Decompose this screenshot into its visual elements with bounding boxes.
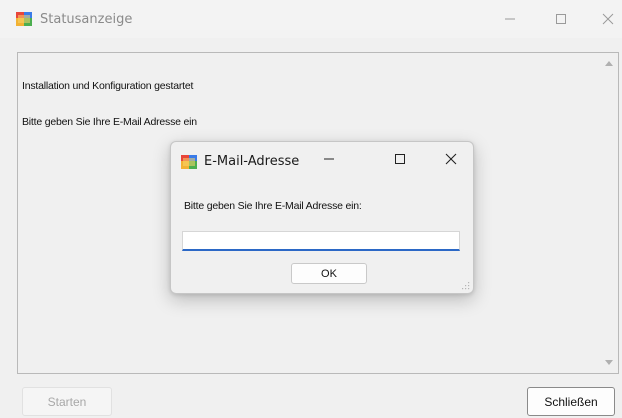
ok-button[interactable]: OK	[291, 263, 367, 284]
window-title: Statusanzeige	[40, 12, 133, 27]
maximize-icon	[556, 14, 566, 24]
email-input[interactable]	[182, 231, 460, 251]
dialog-titlebar[interactable]: E-Mail-Adresse	[171, 142, 473, 178]
dialog-maximize-button[interactable]	[378, 144, 422, 174]
vertical-scrollbar[interactable]	[601, 53, 618, 373]
dialog-minimize-button[interactable]	[307, 144, 351, 174]
main-titlebar[interactable]: Statusanzeige	[0, 0, 622, 38]
app-window-icon	[16, 12, 32, 26]
maximize-icon	[395, 154, 405, 164]
status-log-text: Installation und Konfiguration gestartet…	[22, 56, 197, 152]
scroll-down-arrow-icon[interactable]	[605, 360, 613, 365]
minimize-icon	[505, 18, 515, 20]
close-button[interactable]: Schließen	[527, 387, 615, 416]
log-line: Bitte geben Sie Ihre E-Mail Adresse ein	[22, 116, 197, 128]
dialog-close-button[interactable]	[429, 144, 473, 174]
minimize-button[interactable]	[488, 4, 532, 34]
dialog-prompt: Bitte geben Sie Ihre E-Mail Adresse ein:	[184, 200, 362, 212]
minimize-icon	[324, 158, 334, 160]
dialog-app-icon	[181, 155, 197, 169]
close-icon	[602, 13, 614, 25]
resize-grip-icon[interactable]	[461, 281, 470, 290]
log-line: Installation und Konfiguration gestartet	[22, 80, 194, 92]
start-button[interactable]: Starten	[22, 387, 112, 416]
scroll-up-arrow-icon[interactable]	[605, 61, 613, 66]
email-dialog: E-Mail-Adresse Bitte geben Sie Ihre E-Ma…	[170, 141, 474, 294]
dialog-title: E-Mail-Adresse	[204, 154, 300, 169]
close-window-button[interactable]	[586, 4, 622, 34]
close-icon	[445, 153, 457, 165]
maximize-button[interactable]	[539, 4, 583, 34]
